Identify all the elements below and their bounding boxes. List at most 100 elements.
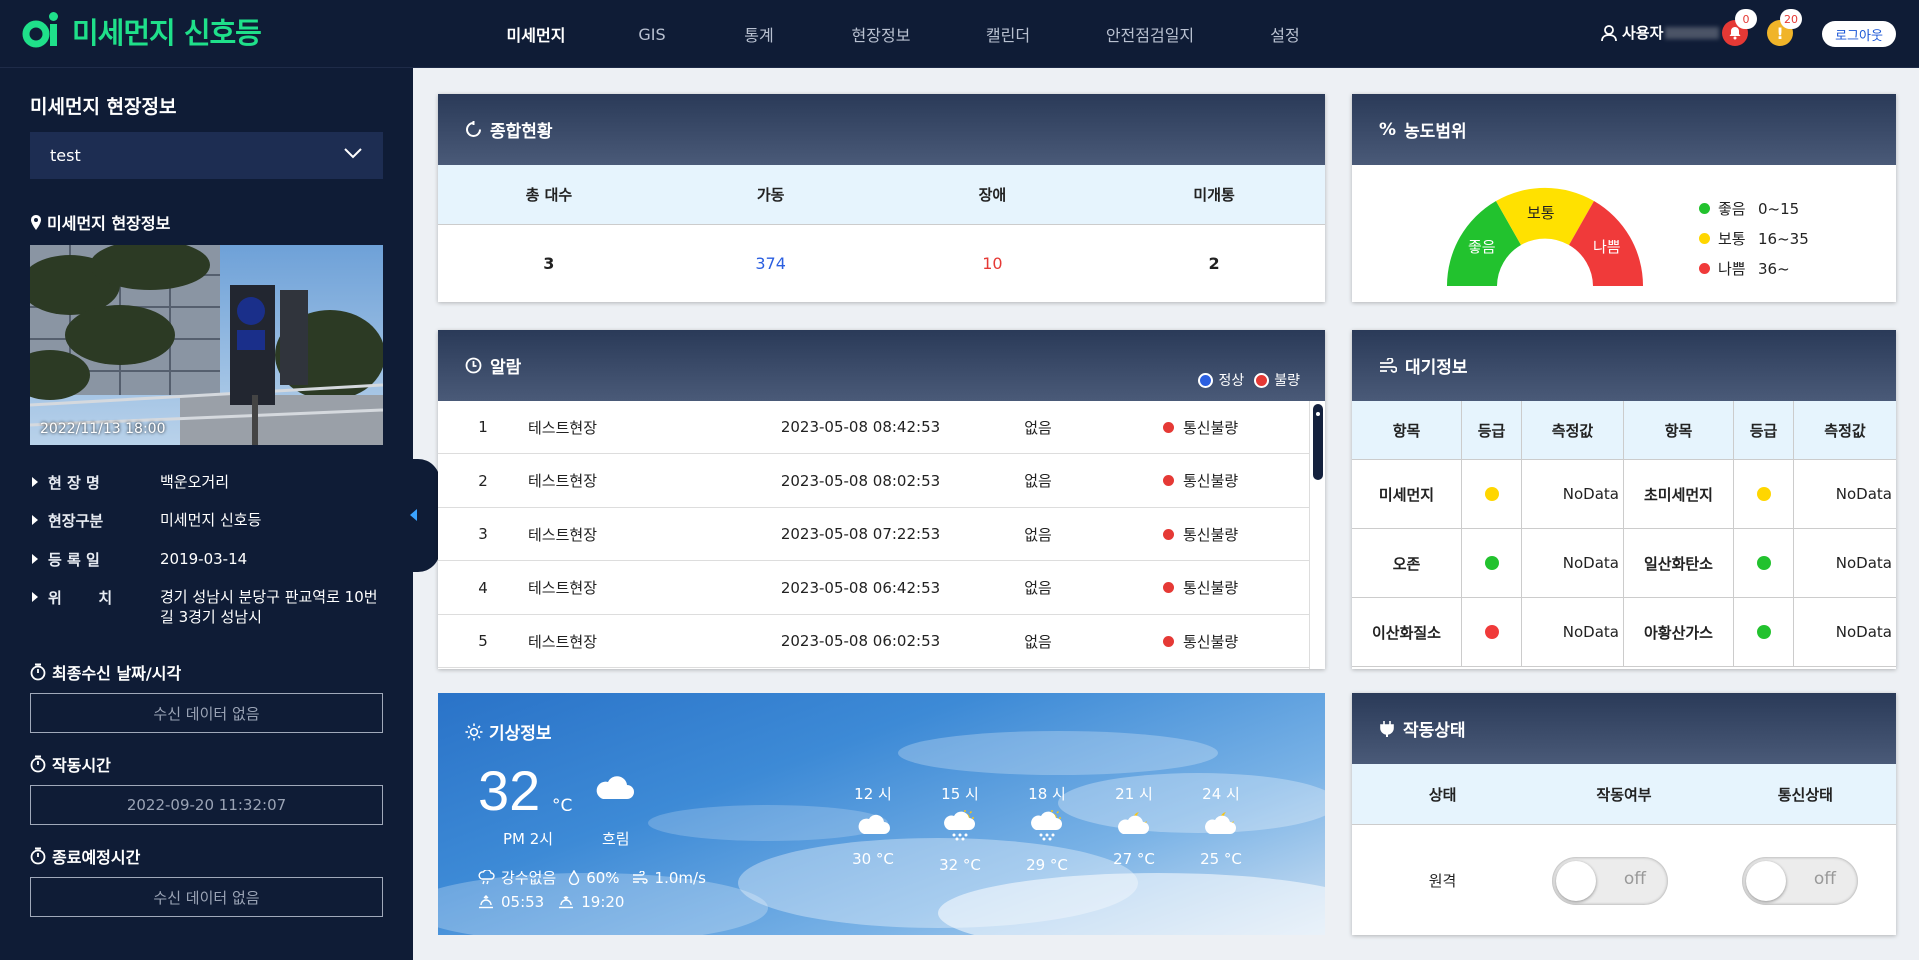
range-title: 농도범위 bbox=[1404, 122, 1467, 142]
nav-item-safety-log[interactable]: 안전점검일지 bbox=[1070, 22, 1230, 46]
forecast-temp: 29 °C bbox=[1026, 856, 1068, 874]
site-select[interactable]: test bbox=[30, 132, 383, 179]
alarm-status-text: 통신불량 bbox=[1183, 579, 1239, 598]
operation-table-header: 상태 작동여부 통신상태 bbox=[1352, 764, 1896, 825]
alarm-status-text: 통신불량 bbox=[1183, 472, 1239, 491]
nav-item-site-info[interactable]: 현장정보 bbox=[816, 22, 946, 46]
precipitation: 강수없음 bbox=[501, 869, 557, 887]
sun-rain-icon bbox=[944, 810, 975, 841]
nav-item-dust[interactable]: 미세먼지 bbox=[470, 22, 602, 46]
legend-bad-label: 불량 bbox=[1274, 373, 1300, 389]
map-pin-icon bbox=[31, 214, 41, 230]
app-title: 미세먼지 신호등 bbox=[72, 16, 262, 50]
site-info-heading-text: 미세먼지 현장정보 bbox=[47, 214, 171, 233]
alarm-no: 4 bbox=[478, 578, 488, 597]
sunrise-icon bbox=[479, 895, 493, 909]
gauge-label-normal: 보통 bbox=[1527, 204, 1555, 222]
humidity: 60% bbox=[586, 868, 620, 887]
last-receive-heading: 최종수신 날짜/시각 bbox=[30, 660, 181, 684]
nav-item-stats[interactable]: 통계 bbox=[702, 22, 816, 46]
alert-bell-button[interactable]: 0 bbox=[1722, 9, 1757, 46]
alarm-value: 없음 bbox=[1024, 579, 1052, 598]
info-value: 경기 성남시 분당구 판교역로 10번길 3경기 성남시 bbox=[160, 588, 378, 626]
sidebar-collapse-button[interactable] bbox=[408, 459, 440, 572]
alarm-no: 2 bbox=[478, 471, 488, 490]
alarm-status: 통신불량 bbox=[1163, 577, 1238, 598]
air-grade bbox=[1734, 460, 1794, 528]
bad-dot-icon bbox=[1163, 475, 1174, 487]
logout-button[interactable]: 로그아웃 bbox=[1822, 21, 1896, 47]
refresh-icon bbox=[465, 121, 482, 138]
alarm-value: 없음 bbox=[1024, 472, 1052, 491]
scrollbar-thumb[interactable] bbox=[1313, 404, 1323, 480]
air-value: NoData bbox=[1522, 529, 1624, 597]
summary-title: 종합현황 bbox=[490, 122, 553, 142]
alarm-value: 없음 bbox=[1024, 418, 1052, 437]
grade-dot-icon bbox=[1484, 556, 1499, 570]
air-header-grade: 등급 bbox=[1734, 401, 1794, 459]
end-time-label: 종료예정시간 bbox=[52, 848, 141, 867]
comm-toggle-label: off bbox=[1813, 869, 1836, 889]
summary-value-active: 374 bbox=[755, 253, 786, 273]
nav-item-settings[interactable]: 설정 bbox=[1230, 22, 1340, 46]
nav-item-calendar[interactable]: 캘린더 bbox=[946, 22, 1070, 46]
bad-dot-icon bbox=[1254, 372, 1270, 388]
alarm-time: 2023-05-08 06:42:53 bbox=[780, 578, 941, 597]
alarm-row[interactable]: 4 테스트현장 2023-05-08 06:42:53 없음 통신불량 bbox=[438, 562, 1309, 615]
alarm-site: 테스트현장 bbox=[528, 579, 598, 598]
air-item-name: 초미세먼지 bbox=[1624, 460, 1734, 528]
air-value: NoData bbox=[1522, 460, 1624, 528]
air-info-panel: 대기정보 항목 등급 측정값 항목 등급 측정값 미세먼지 NoData 초미세먼지… bbox=[1352, 330, 1896, 669]
info-site-type: 현장구분 미세먼지 신호등 bbox=[30, 510, 390, 531]
alarm-time: 2023-05-08 08:42:53 bbox=[780, 418, 941, 436]
alarm-row[interactable]: 2 테스트현장 2023-05-08 08:02:53 없음 통신불량 bbox=[438, 455, 1309, 508]
info-location: 위 치 경기 성남시 분당구 판교역로 10번길 3경기 성남시 bbox=[30, 587, 390, 627]
forecast-item: 15 시 32 °C bbox=[930, 783, 990, 874]
alarm-row[interactable]: 3 테스트현장 2023-05-08 07:22:53 없음 통신불량 bbox=[438, 508, 1309, 562]
grade-dot-icon bbox=[1756, 556, 1771, 570]
nav-item-gis[interactable]: GIS bbox=[602, 25, 702, 44]
alarm-status: 통신불량 bbox=[1163, 631, 1238, 652]
range-header: % 농도범위 bbox=[1352, 94, 1896, 165]
alarm-status-text: 통신불량 bbox=[1183, 525, 1239, 544]
weather-details: 강수없음 60% 1.0m/s bbox=[478, 867, 706, 888]
alarm-status-text: 통신불량 bbox=[1183, 418, 1239, 437]
comm-toggle[interactable]: off bbox=[1742, 857, 1858, 905]
info-key: 현 장 명 bbox=[48, 474, 100, 492]
air-table-header: 항목 등급 측정값 항목 등급 측정값 bbox=[1352, 401, 1896, 460]
alarm-site: 테스트현장 bbox=[528, 472, 598, 491]
operation-time-label: 작동시간 bbox=[52, 756, 111, 775]
summary-values-row: 3 374 10 2 bbox=[438, 225, 1325, 301]
alarm-row[interactable]: 5 테스트현장 2023-05-08 06:02:53 없음 통신불량 bbox=[438, 615, 1309, 669]
air-table-row: 오존 NoData 일산화탄소 NoData bbox=[1352, 529, 1896, 598]
warning-button[interactable]: ! 20 bbox=[1767, 9, 1802, 46]
alarm-list: 1 테스트현장 2023-05-08 08:42:53 없음 통신불량 2 테스트현장 202… bbox=[438, 401, 1325, 669]
warning-count-badge: 20 bbox=[1780, 9, 1802, 29]
operation-header: 작동상태 bbox=[1352, 693, 1896, 764]
info-site-name: 현 장 명 백운오거리 bbox=[30, 472, 390, 493]
forecast-temp: 25 °C bbox=[1200, 850, 1242, 868]
current-temp: 32 bbox=[478, 759, 541, 822]
alarm-time: 2023-05-08 08:02:53 bbox=[780, 471, 941, 490]
alarm-row[interactable]: 1 테스트현장 2023-05-08 08:42:53 없음 통신불량 bbox=[438, 401, 1309, 454]
sun-times: 05:53 19:20 bbox=[478, 893, 624, 911]
power-toggle-label: off bbox=[1623, 869, 1646, 889]
summary-value-fault: 10 bbox=[982, 253, 1003, 273]
cloudy-icon bbox=[858, 814, 890, 834]
air-item-name: 일산화탄소 bbox=[1624, 529, 1734, 597]
toggle-knob bbox=[1556, 861, 1596, 901]
bad-dot-icon bbox=[1163, 528, 1174, 540]
alarm-scrollbar[interactable] bbox=[1309, 401, 1325, 669]
top-bar: 미세먼지 신호등 미세먼지 GIS 통계 현장정보 캘린더 안전점검일지 설정 … bbox=[0, 0, 1919, 68]
alarm-time: 2023-05-08 06:02:53 bbox=[780, 632, 941, 651]
alarm-status: 통신불량 bbox=[1163, 417, 1238, 438]
air-table-row: 미세먼지 NoData 초미세먼지 NoData bbox=[1352, 460, 1896, 529]
air-grade bbox=[1462, 529, 1522, 597]
user-menu[interactable]: 사용자 bbox=[1600, 22, 1720, 43]
air-info-title: 대기정보 bbox=[1405, 358, 1468, 378]
app-logo[interactable]: 미세먼지 신호등 bbox=[22, 10, 262, 52]
alarm-site: 테스트현장 bbox=[528, 418, 598, 437]
grade-dot-icon bbox=[1756, 487, 1771, 501]
site-select-value: test bbox=[50, 146, 81, 165]
power-toggle[interactable]: off bbox=[1552, 857, 1668, 905]
